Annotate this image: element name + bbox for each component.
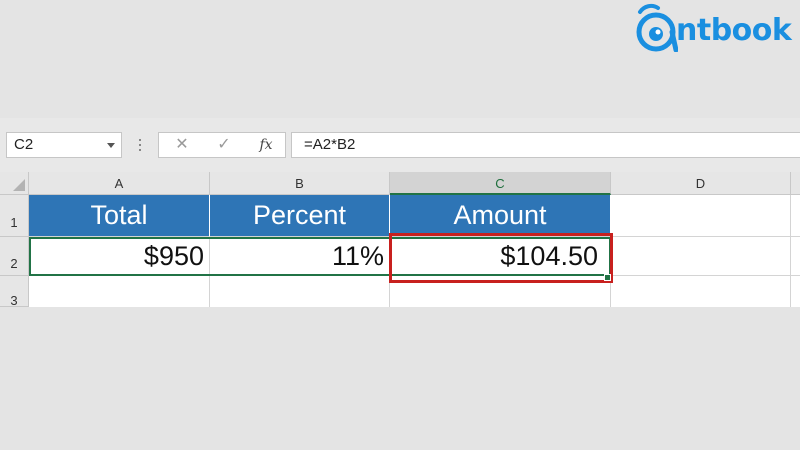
cell-b3[interactable]	[210, 276, 390, 307]
cell-c2[interactable]: $104.50	[390, 237, 611, 276]
row-header-2[interactable]: 2	[0, 237, 29, 276]
column-header-c[interactable]: C	[390, 172, 611, 195]
name-box[interactable]: C2	[6, 132, 122, 158]
insert-function-icon[interactable]: fx	[251, 133, 281, 157]
spreadsheet-grid: A B C D 1 2 3 Total Percent Amount $950 …	[0, 172, 800, 308]
cell-b1[interactable]: Percent	[210, 195, 390, 237]
formula-buttons: ✕ ✓ fx	[158, 132, 286, 158]
cell-a1[interactable]: Total	[29, 195, 210, 237]
cell-a3[interactable]	[29, 276, 210, 307]
select-all-icon	[13, 179, 25, 191]
cell-d1[interactable]	[611, 195, 791, 237]
chevron-down-icon[interactable]	[107, 143, 115, 148]
cell-c3[interactable]	[390, 276, 611, 307]
formula-input[interactable]: =A2*B2	[291, 132, 800, 158]
cell-d3[interactable]	[611, 276, 791, 307]
logo-text: ntbook	[676, 13, 792, 48]
column-header-a[interactable]: A	[29, 172, 210, 195]
fill-handle[interactable]	[604, 274, 611, 281]
row-header-1[interactable]: 1	[0, 195, 29, 237]
column-header-b[interactable]: B	[210, 172, 390, 195]
select-all-button[interactable]	[0, 172, 29, 195]
ntbook-logo: ntbook	[634, 2, 798, 52]
formula-bar: C2 ✕ ✓ fx =A2*B2	[0, 118, 800, 172]
cell-a2[interactable]: $950	[29, 237, 210, 276]
name-box-value: C2	[14, 136, 34, 153]
cell-d2[interactable]	[611, 237, 791, 276]
cancel-icon[interactable]: ✕	[167, 133, 197, 157]
enter-icon[interactable]: ✓	[209, 133, 239, 157]
column-header-d[interactable]: D	[611, 172, 791, 195]
cell-c1[interactable]: Amount	[390, 195, 611, 237]
owl-icon	[636, 3, 678, 52]
cell-e1[interactable]	[791, 195, 800, 237]
column-header-e[interactable]	[791, 172, 800, 195]
cell-b2[interactable]: 11%	[210, 237, 390, 276]
formula-bar-grip[interactable]	[138, 136, 142, 156]
row-header-3[interactable]: 3	[0, 276, 29, 308]
cell-e2[interactable]	[791, 237, 800, 276]
